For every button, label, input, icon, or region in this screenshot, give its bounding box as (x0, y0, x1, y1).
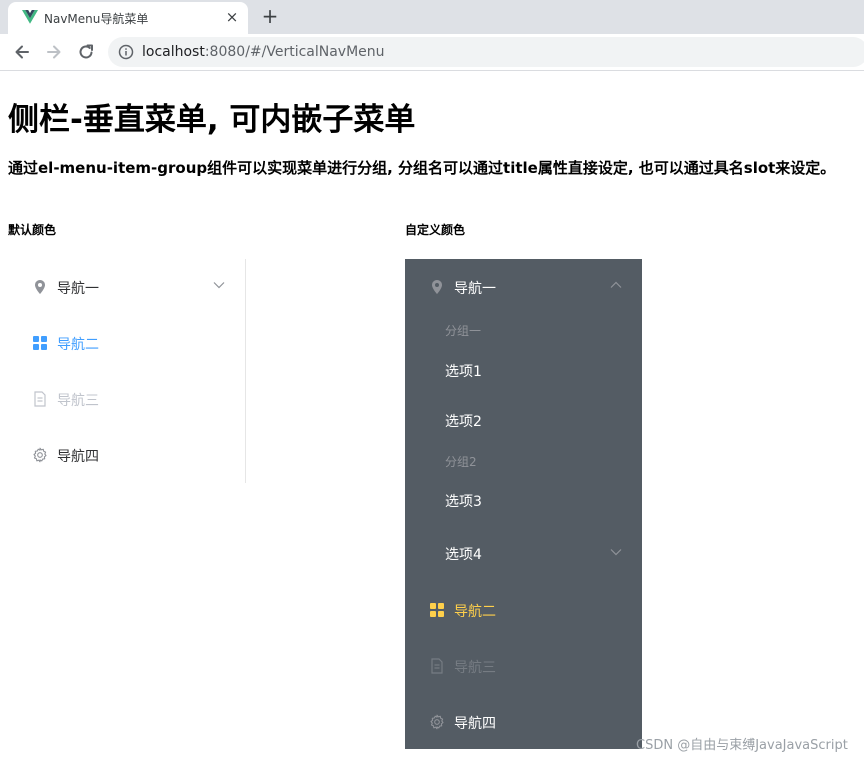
custom-menu-label-nav1: 导航一 (454, 281, 496, 297)
watermark: CSDN @自由与束缚JavaJavaScript (636, 738, 848, 753)
custom-menu-item-nav2[interactable]: 导航二 (405, 582, 642, 638)
custom-color-label: 自定义颜色 (405, 223, 466, 237)
reload-icon[interactable] (76, 42, 96, 62)
default-menu-label-nav2: 导航二 (57, 337, 99, 353)
document-icon (431, 658, 443, 674)
setting-icon (33, 447, 47, 463)
address-bar[interactable]: localhost:8080/#/VerticalNavMenu (108, 37, 864, 67)
option-4-label: 选项4 (445, 547, 482, 563)
default-menu-item-nav3: 导航三 (8, 371, 245, 427)
custom-menu-item-nav1[interactable]: 导航一 (405, 259, 642, 315)
page-title: 侧栏-垂直菜单, 可内嵌子菜单 (8, 102, 416, 138)
url-path: :8080/#/VerticalNavMenu (204, 44, 385, 60)
setting-icon (430, 714, 444, 730)
chevron-up-icon[interactable] (610, 281, 622, 289)
url-text[interactable]: localhost:8080/#/VerticalNavMenu (142, 44, 385, 60)
back-arrow-icon[interactable] (12, 42, 32, 62)
browser-tab-bar: NavMenu导航菜单 × + (0, 0, 864, 34)
option-1-label: 选项1 (445, 364, 482, 380)
browser-toolbar: localhost:8080/#/VerticalNavMenu (0, 34, 864, 71)
custom-menu-label-nav4: 导航四 (454, 716, 496, 732)
group-title-1: 分组一 (445, 324, 482, 338)
option-3-label: 选项3 (445, 494, 482, 510)
default-menu-label-nav1: 导航一 (57, 281, 99, 297)
group-title-2: 分组2 (445, 455, 477, 469)
custom-menu-label-nav3: 导航三 (454, 660, 496, 676)
location-icon (432, 280, 442, 294)
default-menu-item-nav1[interactable]: 导航一 (8, 259, 245, 315)
menu-grid-icon (33, 336, 47, 350)
page-description: 通过el-menu-item-group组件可以实现菜单进行分组, 分组名可以通… (8, 159, 836, 177)
info-icon[interactable] (118, 44, 134, 60)
custom-menu-item-nav3: 导航三 (405, 638, 642, 694)
close-tab-icon[interactable]: × (224, 9, 240, 25)
custom-menu-item-nav4[interactable]: 导航四 (405, 694, 642, 750)
location-icon (35, 280, 45, 294)
browser-tab[interactable]: NavMenu导航菜单 × (8, 2, 248, 34)
chevron-down-icon[interactable] (213, 281, 225, 289)
menu-grid-icon (430, 603, 444, 617)
default-menu-item-nav4[interactable]: 导航四 (8, 427, 245, 483)
tab-title: NavMenu导航菜单 (44, 12, 149, 26)
custom-menu: 导航一 分组一 选项1 选项2 分组2 选项3 选项4 导航二 导航三 导航四 (405, 259, 642, 749)
default-menu: 导航一 导航二 导航三 导航四 (8, 259, 246, 483)
default-color-label: 默认颜色 (8, 223, 57, 237)
default-menu-item-nav2[interactable]: 导航二 (8, 315, 245, 371)
new-tab-button[interactable]: + (260, 5, 280, 27)
vue-logo-icon (22, 10, 38, 24)
default-menu-label-nav4: 导航四 (57, 449, 99, 465)
document-icon (34, 391, 46, 407)
forward-arrow-icon[interactable] (44, 42, 64, 62)
chevron-down-icon[interactable] (610, 548, 622, 556)
default-menu-label-nav3: 导航三 (57, 393, 99, 409)
custom-menu-label-nav2: 导航二 (454, 604, 496, 620)
url-host: localhost (142, 44, 205, 60)
option-2-label: 选项2 (445, 414, 482, 430)
